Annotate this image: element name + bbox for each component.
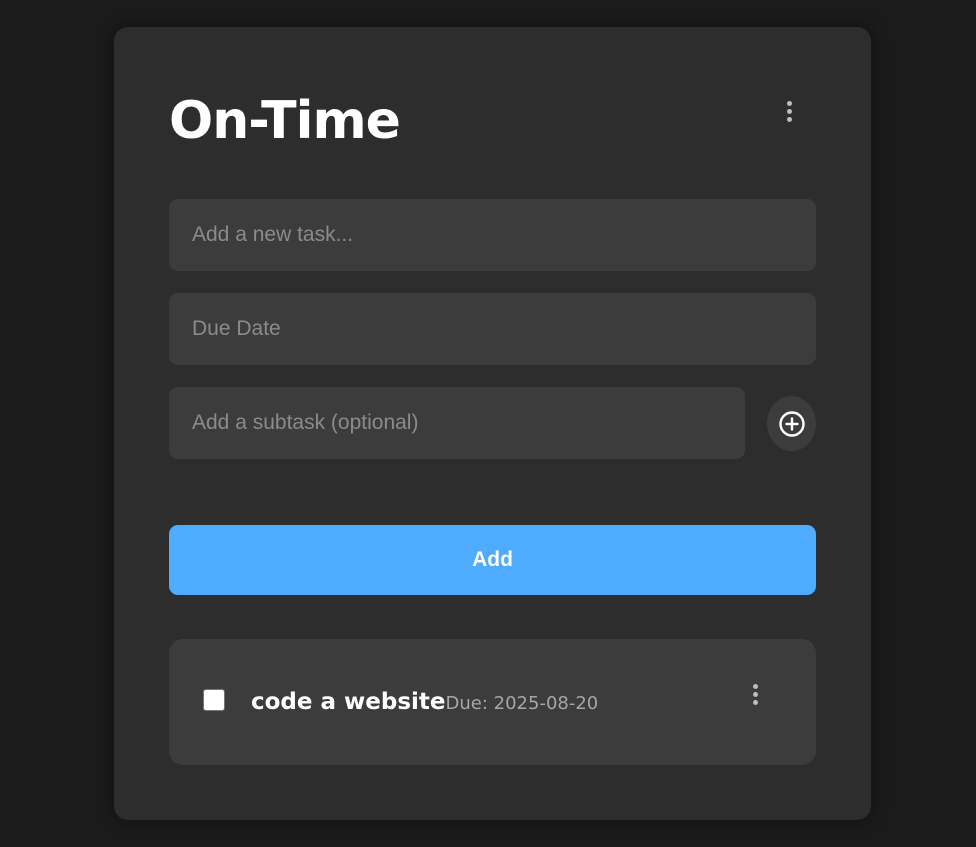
task-input[interactable] [169,199,816,271]
plus-circle-icon [778,410,805,437]
task-due-date: Due: 2025-08-20 [445,693,599,714]
due-date-input[interactable] [169,293,816,365]
task-name: code a website [251,689,446,715]
task-text: code a websiteDue: 2025-08-20 [251,689,598,715]
add-subtask-button[interactable] [767,396,816,451]
add-task-button[interactable]: Add [169,525,816,595]
task-more-vertical-icon[interactable] [745,678,765,710]
task-list-item: code a websiteDue: 2025-08-20 [169,639,816,765]
subtask-input[interactable] [169,387,745,459]
app-card: On-Time Add code a websiteDue: 2025-08-2… [114,27,871,820]
app-title: On-Time [169,91,401,151]
task-complete-checkbox[interactable] [203,689,225,711]
more-vertical-icon[interactable] [779,95,799,127]
